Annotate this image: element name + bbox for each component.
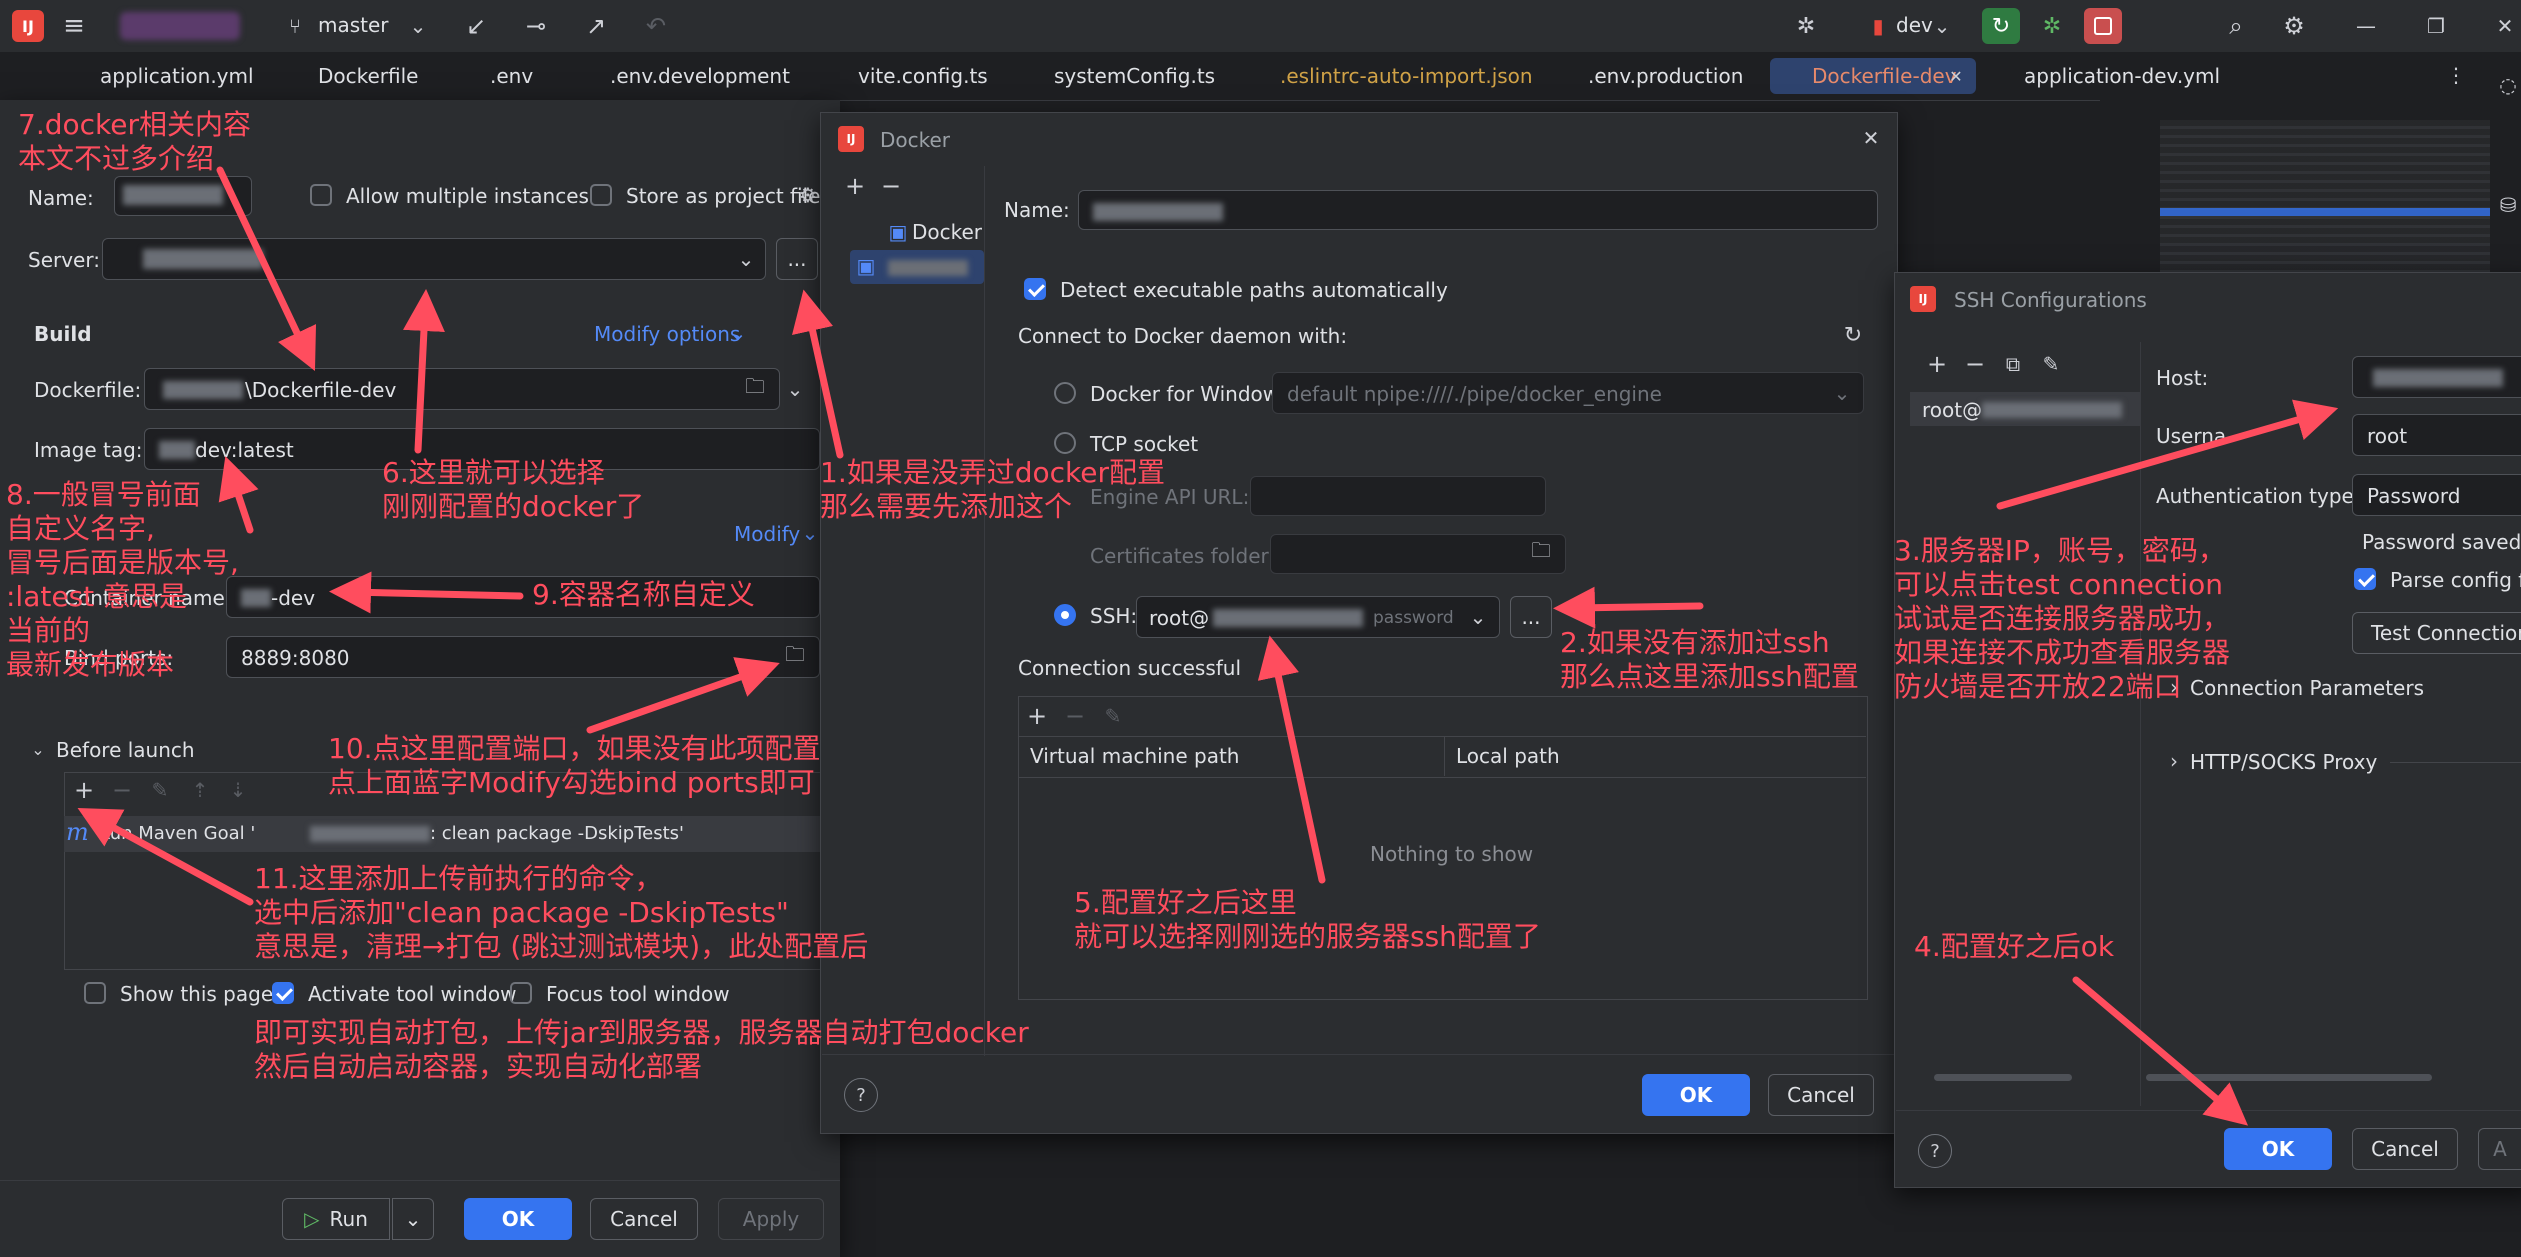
annotation-9: 9.容器名称自定义 — [532, 578, 755, 612]
annotation-line: 2.如果没有添加过ssh — [1560, 626, 1830, 659]
arrow-7 — [216, 166, 317, 371]
annotation-line: 8.一般冒号前面 — [6, 478, 201, 511]
annotation-line: 那么点这里添加ssh配置 — [1560, 660, 1859, 693]
annotation-line: 9.容器名称自定义 — [532, 578, 755, 611]
annotation-line: 11.这里添加上传前执行的命令， — [254, 862, 663, 895]
annotation-11: 11.这里添加上传前执行的命令， 选中后添加"clean package -Ds… — [254, 862, 868, 964]
annotation-11-continued: 即可实现自动打包，上传jar到服务器，服务器自动打包docker 然后自动启动容… — [254, 1016, 1029, 1084]
arrow-4 — [2072, 976, 2249, 1126]
annotation-line: 选中后添加"clean package -DskipTests" — [254, 896, 789, 929]
annotation-line: 可以点击test connection — [1894, 568, 2223, 601]
arrow-3 — [1996, 399, 2339, 510]
annotation-line: 冒号后面是版本号, — [6, 546, 239, 579]
annotation-line: 意思是，清理→打包 (跳过测试模块)，此处配置后 — [254, 930, 869, 963]
annotation-line: 3.服务器IP，账号，密码， — [1894, 534, 2226, 567]
annotation-line: 然后自动启动容器，实现自动化部署 — [254, 1050, 703, 1083]
annotation-line: 最新发布版本 — [6, 648, 175, 681]
annotation-5: 5.配置好之后这里 就可以选择刚刚选的服务器ssh配置了 — [1074, 886, 1541, 954]
annotation-7: 7.docker相关内容 本文不过多介绍 — [18, 108, 251, 176]
annotation-line: 即可实现自动打包，上传jar到服务器，服务器自动打包docker — [254, 1016, 1029, 1049]
arrow-9 — [329, 571, 524, 614]
annotation-line: 4.配置好之后ok — [1914, 930, 2115, 963]
annotation-line: 本文不过多介绍 — [18, 142, 215, 175]
annotation-line: 5.配置好之后这里 — [1074, 886, 1297, 919]
annotation-line: 防火墙是否开放22端口 — [1894, 670, 2182, 703]
annotation-line: 就可以选择刚刚选的服务器ssh配置了 — [1074, 920, 1541, 953]
annotation-6: 6.这里就可以选择 刚刚配置的docker了 — [382, 456, 644, 524]
annotation-line: 那么需要先添加这个 — [820, 490, 1073, 523]
annotation-line: 试试是否连接服务器成功， — [1894, 602, 2231, 635]
annotation-line: 10.点这里配置端口，如果没有此项配置 — [328, 732, 821, 765]
annotation-line: 刚刚配置的docker了 — [382, 490, 645, 523]
annotation-1: 1.如果是没弄过docker配置 那么需要先添加这个 — [820, 456, 1165, 524]
annotation-2: 2.如果没有添加过ssh 那么点这里添加ssh配置 — [1560, 626, 1859, 694]
annotation-line: :latest 意思是 — [6, 580, 188, 613]
arrow-1 — [792, 289, 844, 459]
annotation-4: 4.配置好之后ok — [1914, 930, 2114, 964]
arrow-10 — [586, 657, 780, 734]
arrow-11 — [77, 807, 254, 906]
annotation-line: 当前的 — [6, 614, 91, 647]
annotation-3: 3.服务器IP，账号，密码， 可以点击test connection 试试是否连… — [1894, 534, 2230, 704]
arrow-6 — [402, 289, 445, 454]
annotation-10: 10.点这里配置端口，如果没有此项配置 点上面蓝字Modify勾选bind po… — [328, 732, 821, 800]
annotation-8: 8.一般冒号前面 自定义名字, 冒号后面是版本号, :latest 意思是 当前… — [6, 478, 239, 682]
annotation-line: 如果连接不成功查看服务器 — [1894, 636, 2231, 669]
arrow-5 — [1257, 635, 1326, 884]
annotation-line: 点上面蓝字Modify勾选bind ports即可 — [328, 766, 815, 799]
annotation-line: 6.这里就可以选择 — [382, 456, 605, 489]
annotation-line: 7.docker相关内容 — [18, 108, 251, 141]
arrow-2 — [1553, 586, 1704, 629]
annotation-line: 自定义名字, — [6, 512, 155, 545]
annotation-line: 1.如果是没弄过docker配置 — [820, 456, 1165, 489]
